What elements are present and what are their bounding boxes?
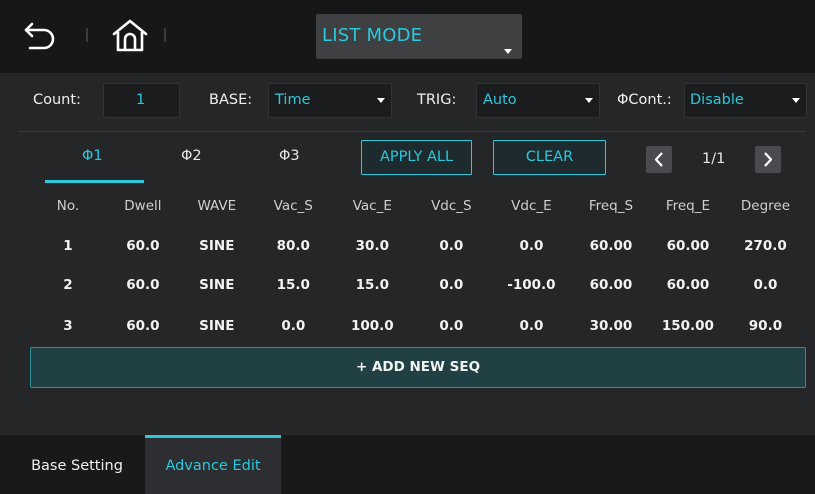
divider	[18, 131, 806, 132]
cell-freq-s[interactable]: 60.00	[572, 218, 650, 264]
chevron-down-icon	[504, 49, 512, 54]
cell-wave[interactable]: SINE	[180, 264, 254, 305]
column-header-wave: WAVE	[197, 198, 237, 214]
tab-advance-edit[interactable]: Advance Edit	[145, 435, 281, 494]
phase-cont-label: ΦCont.:	[617, 92, 672, 108]
chevron-left-icon	[654, 152, 663, 167]
table-row[interactable]: 1 60.0 SINE 80.0 30.0 0.0 0.0 60.00 60.0…	[30, 218, 805, 264]
cell-freq-e[interactable]: 60.00	[650, 264, 726, 305]
cell-vdc-e[interactable]: 0.0	[491, 305, 572, 346]
divider	[86, 28, 88, 42]
tab-base-setting[interactable]: Base Setting	[18, 435, 136, 494]
count-field[interactable]: 1	[103, 83, 180, 118]
cell-vac-s[interactable]: 15.0	[254, 264, 333, 305]
base-value: Time	[275, 92, 311, 108]
phase-cont-value: Disable	[690, 92, 744, 108]
cell-degree[interactable]: 270.0	[726, 218, 805, 264]
column-header-freq-s: Freq_S	[588, 198, 634, 214]
table-header-row: No. Dwell WAVE Vac_S Vac_E Vdc_S Vdc_E F…	[30, 196, 805, 218]
cell-vdc-e[interactable]: 0.0	[491, 218, 572, 264]
home-icon[interactable]	[110, 16, 150, 56]
apply-all-button[interactable]: APPLY ALL	[361, 140, 472, 175]
tab-phase-3[interactable]: Φ3	[279, 148, 300, 164]
cell-vac-e[interactable]: 15.0	[333, 264, 412, 305]
trig-value: Auto	[483, 92, 517, 108]
cell-vdc-s[interactable]: 0.0	[412, 305, 491, 346]
phase-cont-select[interactable]: Disable	[684, 83, 807, 118]
cell-freq-e[interactable]: 150.00	[650, 305, 726, 346]
cell-dwell[interactable]: 60.0	[106, 305, 180, 346]
cell-degree[interactable]: 0.0	[726, 264, 805, 305]
cell-vac-s[interactable]: 80.0	[254, 218, 333, 264]
column-header-vac-e: Vac_E	[352, 198, 392, 214]
column-header-vdc-e: Vdc_E	[511, 198, 552, 214]
cell-vac-e[interactable]: 30.0	[333, 218, 412, 264]
cell-degree[interactable]: 90.0	[726, 305, 805, 346]
column-header-vdc-s: Vdc_S	[431, 198, 472, 214]
count-label: Count:	[33, 92, 81, 108]
cell-vdc-e[interactable]: -100.0	[491, 264, 572, 305]
active-tab-indicator	[45, 180, 144, 183]
base-label: BASE:	[209, 92, 253, 108]
page-indicator: 1/1	[702, 151, 726, 167]
prev-page-button[interactable]	[646, 146, 672, 173]
table-row[interactable]: 3 60.0 SINE 0.0 100.0 0.0 0.0 30.00 150.…	[30, 305, 805, 346]
column-header-freq-e: Freq_E	[665, 198, 711, 214]
table-row[interactable]: 2 60.0 SINE 15.0 15.0 0.0 -100.0 60.00 6…	[30, 264, 805, 305]
column-header-no: No.	[56, 198, 80, 214]
chevron-down-icon	[377, 98, 385, 103]
column-header-dwell: Dwell	[124, 198, 162, 214]
trig-label: TRIG:	[417, 92, 457, 108]
divider	[164, 28, 166, 42]
mode-select-value: LIST MODE	[322, 25, 423, 46]
cell-no[interactable]: 2	[30, 264, 106, 305]
column-header-vac-s: Vac_S	[273, 198, 313, 214]
cell-vdc-s[interactable]: 0.0	[412, 218, 491, 264]
top-bar: LIST MODE	[0, 0, 815, 73]
back-arrow-icon[interactable]	[20, 16, 60, 56]
cell-freq-s[interactable]: 30.00	[572, 305, 650, 346]
chevron-right-icon	[764, 152, 773, 167]
next-page-button[interactable]	[755, 146, 781, 173]
cell-vdc-s[interactable]: 0.0	[412, 264, 491, 305]
trig-select[interactable]: Auto	[476, 83, 600, 118]
cell-freq-s[interactable]: 60.00	[572, 264, 650, 305]
tab-phase-2[interactable]: Φ2	[181, 148, 202, 164]
mode-select[interactable]: LIST MODE	[316, 14, 522, 59]
cell-vac-s[interactable]: 0.0	[254, 305, 333, 346]
cell-no[interactable]: 3	[30, 305, 106, 346]
clear-button[interactable]: CLEAR	[493, 140, 606, 175]
cell-dwell[interactable]: 60.0	[106, 218, 180, 264]
sequence-table: No. Dwell WAVE Vac_S Vac_E Vdc_S Vdc_E F…	[30, 196, 805, 346]
cell-wave[interactable]: SINE	[180, 218, 254, 264]
cell-no[interactable]: 1	[30, 218, 106, 264]
column-header-degree: Degree	[740, 198, 791, 214]
base-select[interactable]: Time	[268, 83, 392, 118]
cell-wave[interactable]: SINE	[180, 305, 254, 346]
cell-dwell[interactable]: 60.0	[106, 264, 180, 305]
cell-freq-e[interactable]: 60.00	[650, 218, 726, 264]
chevron-down-icon	[585, 98, 593, 103]
add-new-seq-button[interactable]: + ADD NEW SEQ	[30, 347, 806, 388]
tab-phase-1[interactable]: Φ1	[82, 148, 103, 164]
cell-vac-e[interactable]: 100.0	[333, 305, 412, 346]
count-value: 1	[136, 92, 146, 108]
chevron-down-icon	[792, 98, 800, 103]
